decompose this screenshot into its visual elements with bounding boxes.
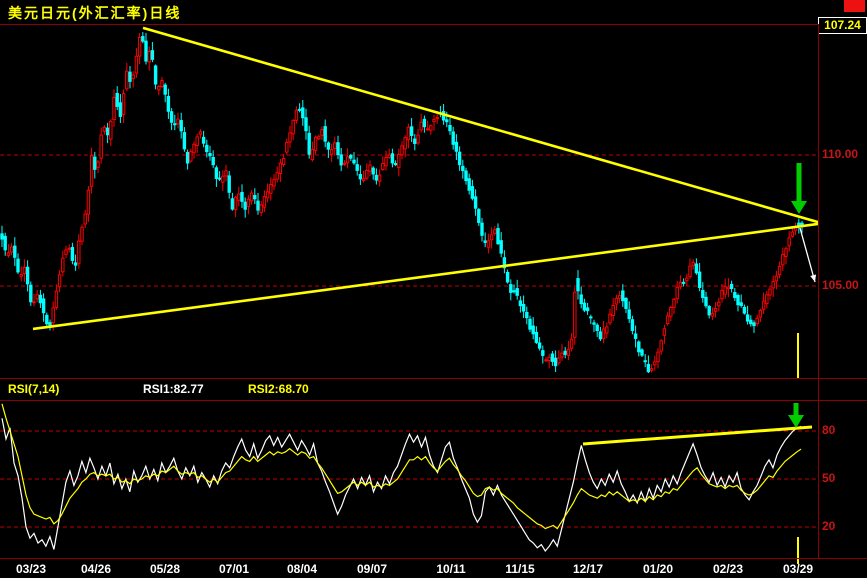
price-axis-label: 105.00 <box>822 278 859 292</box>
rsi2-value-label: RSI2:68.70 <box>248 382 309 396</box>
rsi-indicator-label: RSI(7,14) <box>8 382 60 396</box>
date-axis-label: 09/07 <box>356 562 388 576</box>
date-axis-label: 07/01 <box>218 562 250 576</box>
bottom-axis-border <box>0 558 867 559</box>
rsi1-value-label: RSI1:82.77 <box>143 382 204 396</box>
chart-title: 美元日元(外汇汇率)日线 <box>8 5 182 21</box>
chart-window: 美元日元(外汇汇率)日线 107.24 RSI(7,14) RSI1:82.77… <box>0 0 867 578</box>
date-axis-label: 08/04 <box>286 562 318 576</box>
price-axis-line <box>818 24 819 559</box>
date-axis-label: 04/26 <box>80 562 112 576</box>
date-axis-label: 01/20 <box>642 562 674 576</box>
corner-indicator <box>844 0 865 12</box>
date-axis-label: 12/17 <box>572 562 604 576</box>
date-axis-label: 02/23 <box>712 562 744 576</box>
date-axis-label: 10/11 <box>436 562 466 576</box>
rsi-chart-canvas[interactable] <box>0 401 818 558</box>
rsi-axis-label: 50 <box>822 471 836 485</box>
date-axis-label: 03/29 <box>782 562 814 576</box>
latest-price-box: 107.24 <box>818 17 867 34</box>
date-axis-label: 05/28 <box>149 562 181 576</box>
date-axis-label: 11/15 <box>505 562 535 576</box>
main-chart-canvas[interactable] <box>0 25 818 378</box>
date-axis-label: 03/23 <box>15 562 47 576</box>
rsi-header-strip: RSI(7,14) RSI1:82.77 RSI2:68.70 <box>0 379 818 400</box>
rsi-axis-label: 20 <box>822 519 836 533</box>
rsi-axis-label: 80 <box>822 423 836 437</box>
price-axis-label: 110.00 <box>822 147 859 161</box>
